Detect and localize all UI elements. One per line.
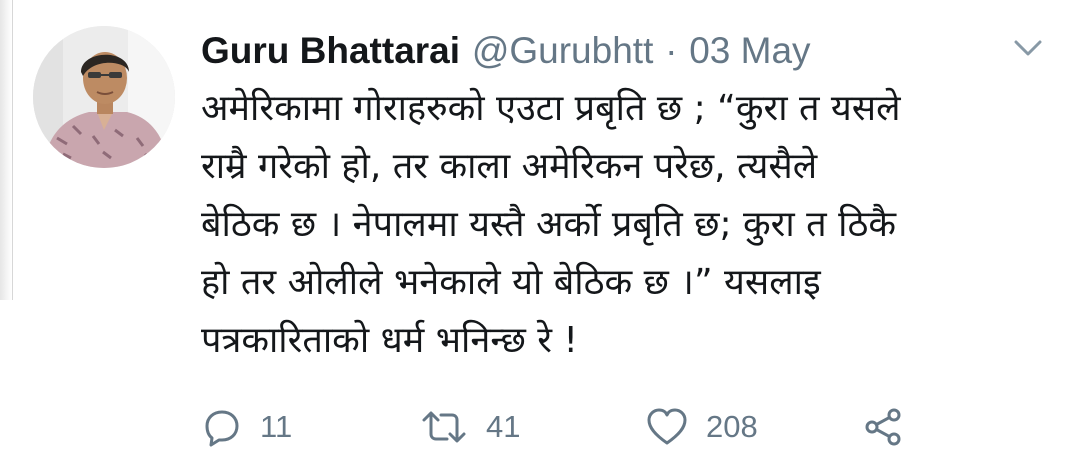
separator-dot: · [665, 30, 678, 71]
avatar[interactable] [33, 26, 175, 168]
tweet-text-line: अमेरिकामा गोराहरुको एउटा प्रबृति छ ; “कु… [201, 88, 901, 129]
reply-button[interactable]: 11 [202, 405, 292, 449]
reply-icon [205, 410, 239, 447]
avatar-photo [33, 26, 175, 168]
like-button[interactable]: 208 [646, 405, 758, 449]
tweet-text-line: पत्रकारिताको धर्म भनिन्छ रे ! [201, 320, 578, 361]
tweet-date[interactable]: 03 May [689, 30, 810, 71]
tweet-text: अमेरिकामा गोराहरुको एउटा प्रबृति छ ; “कु… [201, 80, 1061, 370]
author-name[interactable]: Guru Bhattarai [201, 30, 460, 71]
share-button[interactable] [863, 405, 903, 449]
retweet-button[interactable]: 41 [420, 405, 520, 449]
retweet-icon [422, 411, 466, 443]
heart-icon [647, 408, 687, 445]
like-count: 208 [706, 409, 758, 444]
tweet-actions: 11 41 208 [202, 405, 922, 449]
tweet-header: Guru Bhattarai @Gurubhtt · 03 May [201, 25, 961, 77]
tweet-text-line: बेठिक छ । नेपालमा यस्तै अर्को प्रबृति छ;… [201, 204, 897, 245]
tweet-text-line: हो तर ओलीले भनेकाले यो बेठिक छ ।” यसलाइ [201, 262, 821, 303]
chevron-down-icon[interactable] [1013, 37, 1043, 59]
tweet-text-line: राम्रै गरेको हो, तर काला अमेरिकन परेछ, त… [201, 146, 818, 187]
retweet-count: 41 [486, 409, 521, 444]
author-handle[interactable]: @Gurubhtt [472, 30, 654, 71]
reply-count: 11 [260, 409, 293, 444]
share-icon [865, 408, 901, 446]
previous-screen-edge [0, 0, 13, 300]
